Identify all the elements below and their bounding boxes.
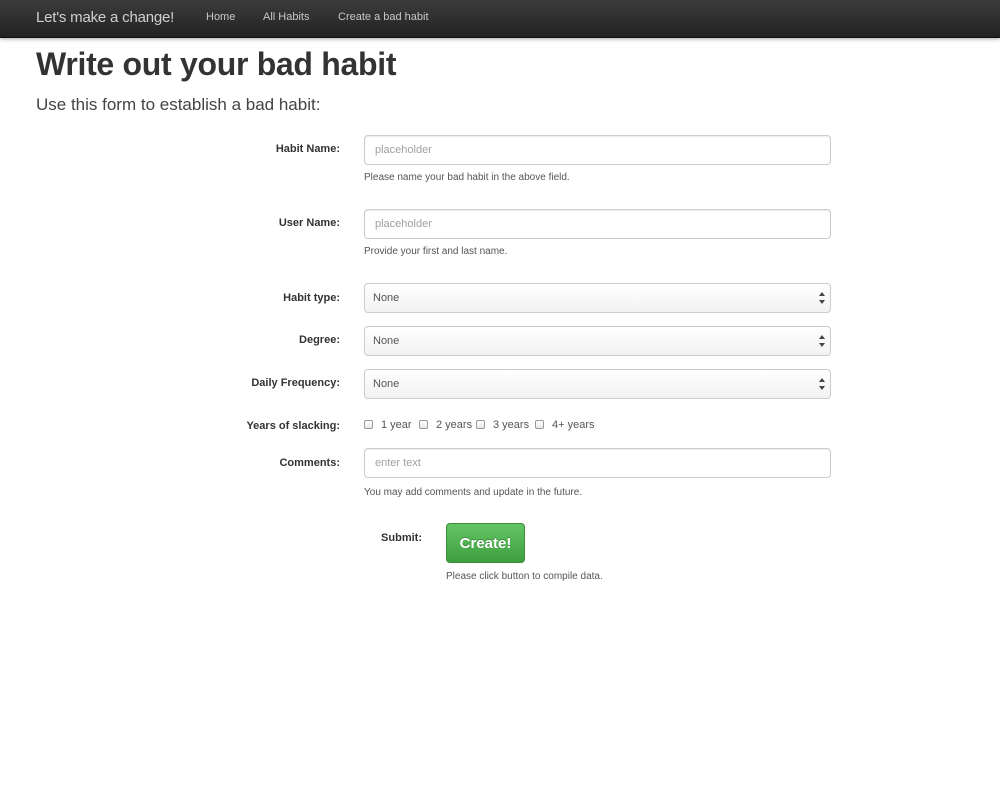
- option-1-year[interactable]: 1 year: [364, 419, 412, 431]
- checkbox[interactable]: [535, 420, 544, 429]
- create-button[interactable]: Create!: [446, 523, 525, 563]
- daily-frequency-label: Daily Frequency:: [251, 377, 340, 389]
- option-4-plus-years[interactable]: 4+ years: [535, 419, 595, 431]
- brand-link[interactable]: Let's make a change!: [36, 9, 174, 26]
- option-label: 2 years: [436, 419, 473, 431]
- checkbox[interactable]: [419, 420, 428, 429]
- habit-name-help: Please name your bad habit in the above …: [364, 172, 570, 183]
- habit-name-input[interactable]: [364, 135, 831, 165]
- comments-help: You may add comments and update in the f…: [364, 487, 583, 498]
- select-arrows-icon: [819, 292, 825, 304]
- page-title: Write out your bad habit: [36, 46, 397, 82]
- select-arrows-icon: [819, 378, 825, 390]
- user-name-input[interactable]: [364, 209, 831, 239]
- page-subtitle: Use this form to establish a bad habit:: [36, 95, 321, 114]
- submit-label: Submit:: [381, 532, 422, 544]
- user-name-help: Provide your first and last name.: [364, 246, 508, 257]
- degree-select[interactable]: None: [364, 326, 831, 356]
- nav-all-habits-link[interactable]: All Habits: [263, 11, 309, 23]
- checkbox[interactable]: [476, 420, 485, 429]
- checkbox[interactable]: [364, 420, 373, 429]
- nav-home-link[interactable]: Home: [206, 11, 235, 23]
- degree-label: Degree:: [299, 334, 340, 346]
- nav-create-habit-link[interactable]: Create a bad habit: [338, 11, 429, 23]
- daily-frequency-select[interactable]: None: [364, 369, 831, 399]
- years-slacking-label: Years of slacking:: [246, 420, 340, 432]
- option-label: 1 year: [381, 419, 412, 431]
- comments-label: Comments:: [279, 457, 340, 469]
- select-arrows-icon: [819, 335, 825, 347]
- degree-value: None: [373, 335, 400, 347]
- option-3-years[interactable]: 3 years: [476, 419, 529, 431]
- submit-help: Please click button to compile data.: [446, 571, 603, 582]
- habit-type-label: Habit type:: [283, 292, 340, 304]
- user-name-label: User Name:: [278, 217, 340, 229]
- option-label: 4+ years: [552, 419, 595, 431]
- habit-name-label: Habit Name:: [275, 143, 340, 155]
- habit-type-value: None: [373, 292, 400, 304]
- top-navbar: Let's make a change! Home All Habits Cre…: [0, 0, 1000, 38]
- option-label: 3 years: [493, 419, 530, 431]
- comments-input[interactable]: [364, 448, 831, 478]
- option-2-years[interactable]: 2 years: [419, 419, 472, 431]
- habit-type-select[interactable]: None: [364, 283, 831, 313]
- daily-frequency-value: None: [373, 378, 400, 390]
